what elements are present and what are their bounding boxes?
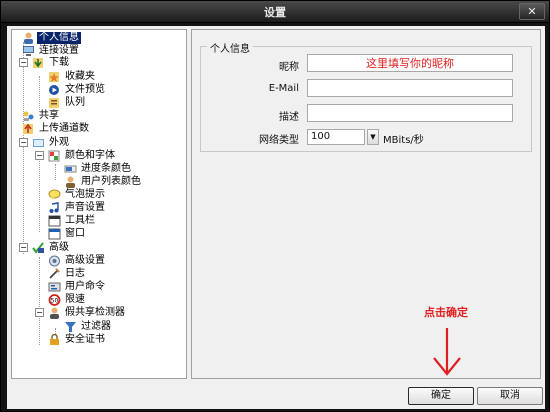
tree-item-advanced[interactable]: 高级 [32, 241, 71, 254]
nickname-label: 昵称 [279, 62, 299, 73]
preview-icon [48, 84, 61, 96]
advanced-settings-icon [48, 255, 61, 267]
group-title: 个人信息 [207, 40, 253, 55]
dialog-body: 个人信息 连接设置 − 下载 收藏夹 文件预览 队列 共享 上传通道数 − 外观… [7, 26, 545, 409]
tree-item-filter[interactable]: 过滤器 [64, 320, 113, 333]
tree-item-fake-share-detector[interactable]: 假共享检测器 [48, 306, 127, 319]
tree-item-share[interactable]: 共享 [22, 109, 61, 122]
tree-expander-advanced[interactable]: − [19, 243, 28, 252]
cancel-button[interactable]: 取消 [477, 387, 543, 405]
tree-expander-appearance[interactable]: − [19, 138, 28, 147]
log-icon [48, 267, 61, 280]
certificate-icon [48, 333, 61, 346]
tree-item-personal-info[interactable]: 个人信息 [22, 31, 81, 44]
tree-item-balloon[interactable]: 气泡提示 [48, 188, 107, 201]
favorites-icon [48, 71, 61, 83]
tree-item-advanced-settings[interactable]: 高级设置 [48, 254, 107, 267]
chevron-down-icon[interactable]: ▼ [367, 129, 379, 145]
tree-item-queue[interactable]: 队列 [48, 96, 87, 109]
annotation-text: 点击确定 [424, 306, 468, 319]
speed-limit-icon: 50 [48, 293, 61, 306]
connection-type-unit: MBits/秒 [383, 135, 424, 146]
tree-item-sound[interactable]: 声音设置 [48, 201, 107, 214]
upload-slots-icon [22, 123, 35, 135]
tree-expander-download[interactable]: − [19, 58, 28, 67]
balloon-icon [48, 189, 61, 201]
tree-item-toolbar[interactable]: 工具栏 [48, 214, 97, 227]
tree-item-window[interactable]: 窗口 [48, 227, 87, 240]
tree-item-appearance[interactable]: 外观 [32, 136, 71, 149]
description-field[interactable] [307, 104, 513, 122]
tree-item-file-preview[interactable]: 文件预览 [48, 83, 107, 96]
connection-type-label: 网络类型 [259, 135, 299, 146]
filter-icon [64, 321, 77, 333]
svg-text:50: 50 [51, 297, 59, 304]
queue-icon [48, 97, 61, 109]
advanced-icon [32, 241, 45, 254]
ok-button[interactable]: 确定 [408, 387, 474, 405]
fake-share-detector-icon [48, 307, 61, 319]
tree-item-upload-slots[interactable]: 上传通道数 [22, 122, 91, 135]
connection-type-select[interactable]: 100 [307, 129, 365, 145]
sound-icon [48, 201, 61, 214]
title-bar[interactable]: 设置 ✕ [1, 1, 549, 23]
description-label: 描述 [279, 112, 299, 123]
userlist-color-icon [64, 176, 77, 188]
nickname-field[interactable] [307, 54, 513, 72]
tree-item-speed-limit[interactable]: 50 限速 [48, 293, 87, 306]
tree-expander-fake-share-detector[interactable]: − [35, 308, 44, 317]
settings-tree[interactable]: 个人信息 连接设置 − 下载 收藏夹 文件预览 队列 共享 上传通道数 − 外观… [11, 29, 187, 379]
arrow-down-icon [433, 328, 461, 376]
color-font-icon [48, 150, 61, 162]
connection-icon [22, 45, 35, 57]
settings-page-panel: 个人信息 昵称 E-Mail 描述 网络类型 100 ▼ MBits/秒 点击确… [191, 29, 541, 379]
personal-info-group: 个人信息 昵称 E-Mail 描述 网络类型 100 ▼ MBits/秒 [200, 40, 532, 152]
tree-item-user-commands[interactable]: 用户命令 [48, 280, 107, 293]
tree-item-progress-color[interactable]: 进度条颜色 [64, 162, 133, 175]
email-field[interactable] [307, 79, 513, 97]
window-icon [48, 228, 61, 240]
settings-window: 设置 ✕ 个人信息 连接设置 − 下载 收藏夹 文件预览 队列 共享 上传通道数… [0, 0, 550, 412]
tree-expander-color-font[interactable]: − [35, 151, 44, 160]
email-label: E-Mail [268, 83, 299, 94]
tree-item-color-font[interactable]: 颜色和字体 [48, 149, 117, 162]
tree-item-certificate[interactable]: 安全证书 [48, 333, 107, 346]
appearance-icon [32, 137, 45, 149]
share-icon [22, 110, 35, 122]
tree-item-log[interactable]: 日志 [48, 267, 87, 280]
window-title: 设置 [264, 6, 286, 19]
download-icon [32, 57, 45, 69]
toolbar-icon [48, 215, 61, 227]
user-info-icon [22, 32, 35, 44]
tree-item-download[interactable]: 下载 [32, 56, 71, 69]
close-button[interactable]: ✕ [519, 3, 545, 20]
tree-item-userlist-color[interactable]: 用户列表颜色 [64, 175, 143, 188]
progress-color-icon [64, 163, 77, 175]
user-commands-icon [48, 281, 61, 293]
tree-item-favorites[interactable]: 收藏夹 [48, 70, 97, 83]
